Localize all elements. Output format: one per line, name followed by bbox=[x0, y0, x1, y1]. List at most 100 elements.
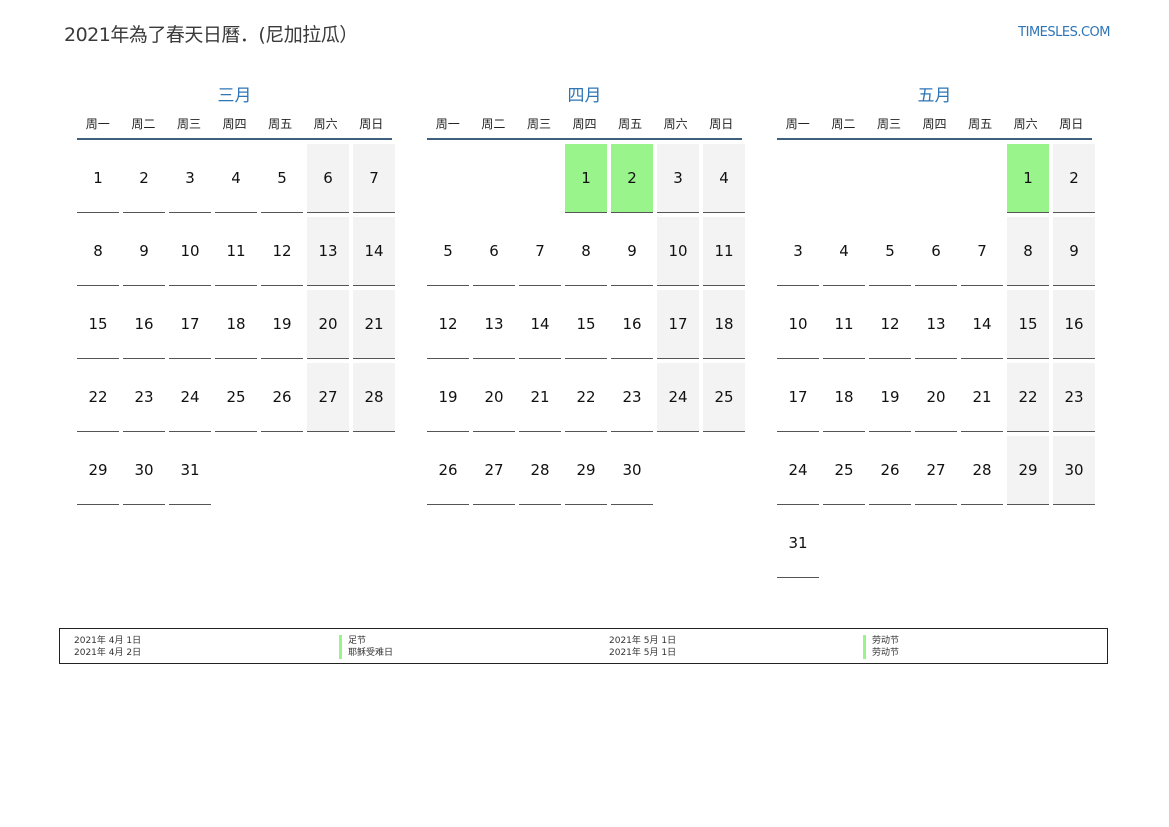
weekday-label: 周一 bbox=[85, 117, 110, 131]
holiday-day-cell: 1 bbox=[565, 144, 607, 213]
day-cell: 3 bbox=[777, 217, 819, 286]
day-cell: 30 bbox=[123, 436, 165, 505]
day-cell: 28 bbox=[961, 436, 1003, 505]
day-cell: 11 bbox=[703, 217, 745, 286]
day-cell: 3 bbox=[657, 144, 699, 213]
day-cell: 31 bbox=[169, 436, 211, 505]
day-cell: 9 bbox=[1053, 217, 1095, 286]
month-title: 三月 bbox=[217, 86, 252, 106]
day-cell: 19 bbox=[869, 363, 911, 432]
month-may: 五月 周一 周二 周三 周四 周五 周六 周日 1 2 3 4 5 6 7 8 9 10 11 12 1… bbox=[777, 84, 1095, 578]
day-cell: 27 bbox=[307, 363, 349, 432]
holiday-date: 2021年 5月 1日 bbox=[609, 648, 677, 658]
day-cell: 26 bbox=[869, 436, 911, 505]
day-cell: 18 bbox=[823, 363, 865, 432]
day-cell: 6 bbox=[473, 217, 515, 286]
empty-cell bbox=[427, 144, 469, 212]
holiday-names-right: 劳动节 劳动节 bbox=[863, 635, 899, 659]
day-cell: 26 bbox=[427, 436, 469, 505]
month-march: 三月 周一 周二 周三 周四 周五 周六 周日 1 2 3 4 5 6 7 8 9 10 11 12 1… bbox=[77, 84, 395, 505]
day-cell: 2 bbox=[123, 144, 165, 213]
day-cell: 5 bbox=[261, 144, 303, 213]
day-cell: 4 bbox=[823, 217, 865, 286]
holiday-name: 劳动节 bbox=[863, 635, 899, 647]
day-cell: 12 bbox=[427, 290, 469, 359]
day-cell: 15 bbox=[1007, 290, 1049, 359]
day-cell: 12 bbox=[261, 217, 303, 286]
holiday-date: 2021年 4月 2日 bbox=[74, 648, 142, 658]
day-cell: 7 bbox=[353, 144, 395, 213]
weekday-label: 周四 bbox=[572, 117, 597, 131]
day-cell: 22 bbox=[565, 363, 607, 432]
holiday-day-cell: 2 bbox=[611, 144, 653, 213]
day-cell: 13 bbox=[473, 290, 515, 359]
day-cell: 9 bbox=[123, 217, 165, 286]
weekday-label: 周日 bbox=[1059, 117, 1084, 131]
weekday-label: 周六 bbox=[313, 117, 338, 131]
weekday-label: 周日 bbox=[709, 117, 734, 131]
day-cell: 10 bbox=[777, 290, 819, 359]
empty-cell bbox=[777, 144, 819, 212]
day-cell: 16 bbox=[123, 290, 165, 359]
day-grid: 1 2 3 4 5 6 7 8 9 10 11 12 13 14 15 16 17 18 19 20 21 22 23 24 2… bbox=[427, 144, 745, 505]
holiday-date: 2021年 5月 1日 bbox=[609, 636, 677, 646]
day-cell: 23 bbox=[611, 363, 653, 432]
day-cell: 14 bbox=[961, 290, 1003, 359]
day-cell: 21 bbox=[519, 363, 561, 432]
day-cell: 24 bbox=[657, 363, 699, 432]
day-cell: 31 bbox=[777, 509, 819, 578]
day-cell: 15 bbox=[77, 290, 119, 359]
day-cell: 12 bbox=[869, 290, 911, 359]
day-cell: 3 bbox=[169, 144, 211, 213]
weekday-label: 周二 bbox=[831, 117, 856, 131]
day-cell: 19 bbox=[427, 363, 469, 432]
day-cell: 5 bbox=[427, 217, 469, 286]
day-cell: 17 bbox=[169, 290, 211, 359]
day-cell: 8 bbox=[565, 217, 607, 286]
day-cell: 4 bbox=[703, 144, 745, 213]
day-grid: 1 2 3 4 5 6 7 8 9 10 11 12 13 14 15 16 17 18 19 20 21 22 23 24 2… bbox=[777, 144, 1095, 578]
day-cell: 30 bbox=[611, 436, 653, 505]
holiday-name: 足节 bbox=[339, 635, 393, 647]
day-cell: 26 bbox=[261, 363, 303, 432]
day-cell: 28 bbox=[353, 363, 395, 432]
holiday-dates-left: 2021年 4月 1日 2021年 4月 2日 bbox=[74, 635, 141, 659]
day-cell: 11 bbox=[823, 290, 865, 359]
day-cell: 27 bbox=[915, 436, 957, 505]
day-cell: 20 bbox=[915, 363, 957, 432]
day-cell: 13 bbox=[915, 290, 957, 359]
holiday-list: 2021年 4月 1日 2021年 4月 2日 足节 耶稣受难日 2021年 5… bbox=[59, 628, 1108, 664]
day-cell: 24 bbox=[169, 363, 211, 432]
month-title: 五月 bbox=[917, 86, 952, 106]
weekday-label: 周一 bbox=[785, 117, 810, 131]
day-cell: 29 bbox=[77, 436, 119, 505]
empty-cell bbox=[519, 144, 561, 212]
day-cell: 15 bbox=[565, 290, 607, 359]
day-cell: 20 bbox=[307, 290, 349, 359]
day-cell: 9 bbox=[611, 217, 653, 286]
weekday-header: 周一 周二 周三 周四 周五 周六 周日 bbox=[77, 115, 392, 140]
weekday-label: 周一 bbox=[435, 117, 460, 131]
day-cell: 18 bbox=[703, 290, 745, 359]
holiday-date: 2021年 4月 1日 bbox=[74, 636, 142, 646]
day-cell: 23 bbox=[1053, 363, 1095, 432]
day-cell: 21 bbox=[353, 290, 395, 359]
day-cell: 6 bbox=[307, 144, 349, 213]
day-cell: 10 bbox=[169, 217, 211, 286]
day-cell: 7 bbox=[519, 217, 561, 286]
holiday-names-left: 足节 耶稣受难日 bbox=[339, 635, 393, 659]
weekday-label: 周六 bbox=[1013, 117, 1038, 131]
day-cell: 25 bbox=[215, 363, 257, 432]
day-cell: 5 bbox=[869, 217, 911, 286]
weekday-label: 周六 bbox=[663, 117, 688, 131]
holiday-name: 劳动节 bbox=[863, 647, 899, 659]
weekday-header: 周一 周二 周三 周四 周五 周六 周日 bbox=[427, 115, 742, 140]
month-title: 四月 bbox=[567, 86, 602, 106]
weekday-label: 周三 bbox=[526, 117, 551, 131]
day-cell: 28 bbox=[519, 436, 561, 505]
holiday-day-cell: 1 bbox=[1007, 144, 1049, 213]
day-grid: 1 2 3 4 5 6 7 8 9 10 11 12 13 14 15 16 17 18 19 20 21 22 23 24 2… bbox=[77, 144, 395, 505]
weekday-label: 周日 bbox=[359, 117, 384, 131]
day-cell: 27 bbox=[473, 436, 515, 505]
weekday-label: 周三 bbox=[876, 117, 901, 131]
